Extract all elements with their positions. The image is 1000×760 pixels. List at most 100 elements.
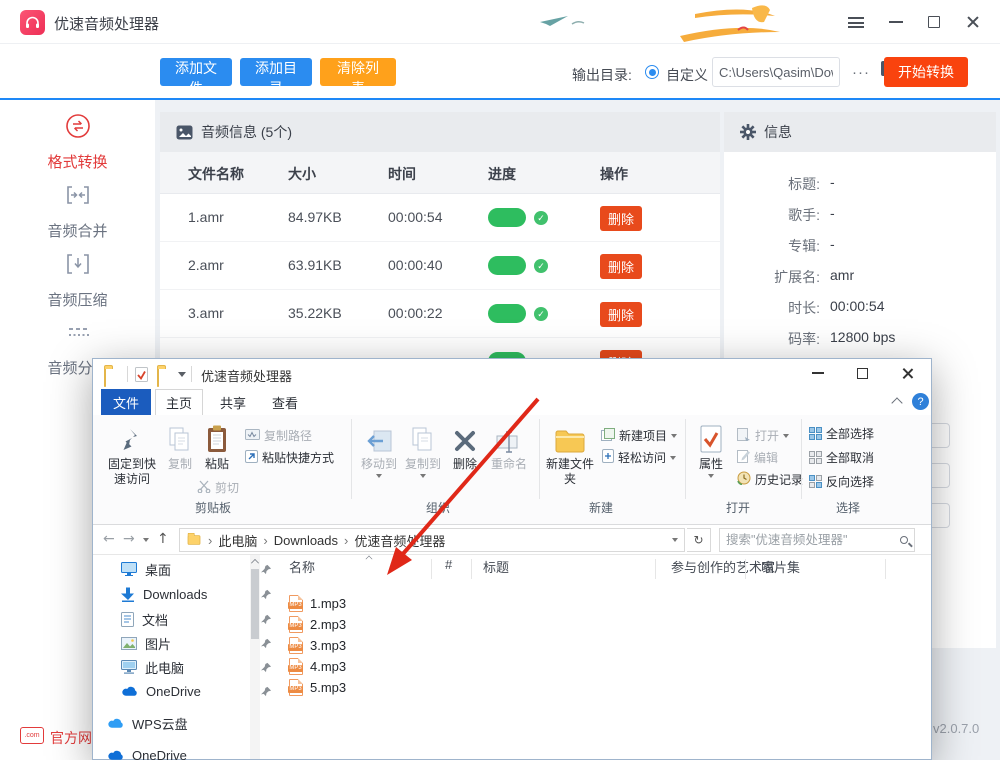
nav-label: OneDrive — [132, 748, 187, 760]
qat-dropdown-icon[interactable] — [178, 372, 186, 377]
pushpin-icon — [122, 421, 142, 453]
file-item-2[interactable]: MP3 2.mp3 — [289, 614, 346, 635]
divider[interactable] — [885, 559, 886, 579]
tab-home[interactable]: 主页 — [155, 389, 203, 415]
divider[interactable] — [471, 559, 472, 579]
breadcrumb-this-pc[interactable]: 此电脑 — [218, 531, 257, 550]
ribbon-select-none[interactable]: 全部取消 — [809, 449, 874, 466]
tab-share[interactable]: 共享 — [209, 389, 257, 415]
collapse-ribbon-icon[interactable] — [891, 397, 902, 408]
ribbon-easy-access[interactable]: 轻松访问 — [601, 449, 676, 466]
file-size: 84.97KB — [288, 209, 342, 225]
file-item-5[interactable]: MP3 5.mp3 — [289, 677, 346, 698]
nav-scrollbar[interactable] — [250, 555, 260, 759]
sidebar-item-audio-compress[interactable]: 音频压缩 — [0, 250, 155, 310]
file-size: 35.22KB — [288, 305, 342, 321]
add-file-button[interactable]: 添加文件 — [160, 58, 232, 86]
forward-arrow-icon[interactable]: → — [123, 531, 135, 547]
qat-new-folder-icon[interactable] — [157, 368, 159, 387]
divider[interactable] — [655, 559, 656, 579]
output-path-input[interactable] — [712, 57, 840, 87]
ribbon-copy[interactable]: 复制 — [161, 421, 199, 472]
divider[interactable] — [431, 559, 432, 579]
explorer-close-button[interactable] — [896, 363, 918, 383]
sidebar-item-format-convert[interactable]: 格式转换 — [0, 112, 155, 172]
pin-icon[interactable] — [261, 662, 272, 673]
pin-icon[interactable] — [261, 589, 272, 600]
breadcrumb-current-folder[interactable]: 优速音频处理器 — [354, 531, 445, 550]
nav-item-this-pc[interactable]: 此电脑 — [121, 655, 184, 679]
add-directory-button[interactable]: 添加目录 — [240, 58, 312, 86]
up-arrow-icon[interactable]: ↑ — [157, 531, 169, 547]
search-input[interactable] — [726, 533, 900, 547]
address-dropdown-caret-icon[interactable] — [672, 538, 678, 542]
search-box[interactable] — [719, 528, 915, 552]
nav-item-onedrive[interactable]: OneDrive — [121, 679, 201, 703]
explorer-maximize-button[interactable] — [851, 363, 873, 383]
file-name: 2.amr — [188, 257, 224, 273]
app-close-button[interactable] — [962, 12, 984, 32]
browse-more-button[interactable]: ··· — [848, 59, 874, 85]
divider[interactable] — [745, 559, 746, 579]
ribbon-new-folder[interactable]: 新建文件夹 — [545, 421, 595, 487]
ribbon-pin-quick-access[interactable]: 固定到快速访问 — [103, 421, 161, 487]
ribbon-edit[interactable]: 编辑 — [737, 449, 778, 466]
ribbon-delete[interactable]: 删除 — [445, 421, 485, 472]
nav-item-documents[interactable]: 文档 — [121, 607, 168, 631]
ribbon-copy-to[interactable]: 复制到 — [401, 421, 445, 478]
custom-radio[interactable] — [645, 65, 659, 79]
nav-item-downloads[interactable]: Downloads — [121, 582, 207, 606]
app-menu-button[interactable] — [845, 12, 867, 32]
explorer-minimize-button[interactable] — [807, 363, 829, 383]
column-album[interactable]: 唱片集 — [761, 557, 800, 576]
tab-view[interactable]: 查看 — [261, 389, 309, 415]
nav-item-desktop[interactable]: 桌面 — [121, 557, 171, 581]
pin-icon[interactable] — [261, 686, 272, 697]
delete-button[interactable]: 删除 — [600, 206, 642, 231]
sidebar-item-audio-merge[interactable]: 音频合并 — [0, 181, 155, 241]
pin-icon[interactable] — [261, 564, 272, 575]
ribbon-cut[interactable]: 剪切 — [197, 479, 239, 496]
back-arrow-icon[interactable]: ← — [103, 531, 115, 547]
ribbon-history[interactable]: 历史记录 — [737, 471, 803, 488]
tab-file[interactable]: 文件 — [101, 389, 151, 415]
file-item-1[interactable]: MP3 1.mp3 — [289, 593, 346, 614]
column-artists[interactable]: 参与创作的艺术家 — [671, 557, 775, 576]
column-name[interactable]: 名称 — [289, 557, 315, 576]
ribbon-new-item[interactable]: 新建项目 — [601, 427, 677, 444]
ribbon-copy-path[interactable]: 复制路径 — [245, 427, 312, 444]
column-track-number[interactable]: # — [445, 557, 452, 572]
delete-button[interactable]: 删除 — [600, 254, 642, 279]
address-box[interactable]: › 此电脑 › Downloads › 优速音频处理器 — [179, 528, 685, 552]
file-item-3[interactable]: MP3 3.mp3 — [289, 635, 346, 656]
start-convert-button[interactable]: 开始转换 — [884, 57, 968, 87]
ribbon-invert-selection[interactable]: 反向选择 — [809, 473, 874, 490]
ribbon-select-all[interactable]: 全部选择 — [809, 425, 874, 442]
ribbon-paste[interactable]: 粘贴 — [197, 421, 237, 472]
scrollbar-thumb[interactable] — [251, 569, 259, 639]
ribbon-properties[interactable]: 属性 — [691, 421, 731, 478]
custom-radio-label: 自定义 — [666, 65, 708, 85]
ribbon-open[interactable]: 打开 — [737, 427, 789, 444]
scroll-up-icon[interactable] — [251, 559, 259, 567]
app-minimize-button[interactable] — [885, 12, 907, 32]
ribbon-paste-shortcut[interactable]: 粘贴快捷方式 — [245, 449, 334, 466]
qat-properties-check-icon[interactable] — [135, 367, 148, 387]
app-maximize-button[interactable] — [923, 12, 945, 32]
recent-locations-caret-icon[interactable] — [143, 538, 149, 542]
column-title[interactable]: 标题 — [483, 557, 509, 576]
file-item-4[interactable]: MP3 4.mp3 — [289, 656, 346, 677]
refresh-button[interactable]: ↻ — [687, 528, 711, 552]
help-button[interactable]: ? — [912, 393, 929, 410]
clear-list-button[interactable]: 清除列表 — [320, 58, 396, 86]
ribbon-rename[interactable]: 重命名 — [485, 421, 533, 472]
nav-item-wps-cloud[interactable]: WPS云盘 — [107, 711, 188, 735]
pin-icon[interactable] — [261, 638, 272, 649]
pin-icon[interactable] — [261, 614, 272, 625]
delete-button[interactable]: 删除 — [600, 302, 642, 327]
ribbon-move-to[interactable]: 移动到 — [357, 421, 401, 478]
breadcrumb-downloads[interactable]: Downloads — [274, 533, 338, 548]
field-label: 标题: — [724, 174, 820, 194]
nav-item-pictures[interactable]: 图片 — [121, 631, 171, 655]
nav-item-onedrive-root[interactable]: OneDrive — [107, 743, 187, 760]
